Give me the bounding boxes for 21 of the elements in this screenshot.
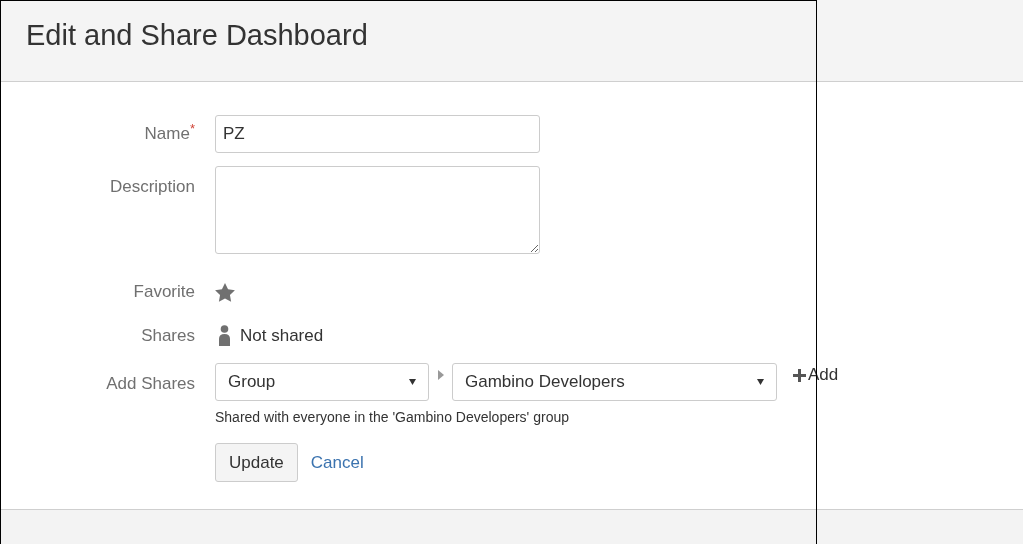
shares-status: Not shared — [240, 325, 324, 348]
description-field[interactable] — [215, 166, 540, 254]
field-label: Shares — [141, 326, 195, 346]
field-label: Favorite — [133, 282, 195, 302]
share-type-dropdown[interactable]: Group — [215, 363, 429, 401]
dialog-title: Edit and Share Dashboard — [26, 21, 368, 50]
field-label: Add Shares — [106, 374, 195, 393]
field-label: Name — [144, 124, 190, 144]
name-field[interactable]: PZ — [215, 115, 540, 153]
field-label: Description — [109, 177, 195, 196]
person-icon — [218, 325, 231, 347]
update-button[interactable]: Update — [215, 443, 298, 482]
group-name-dropdown[interactable]: Gambino Developers — [452, 363, 777, 401]
help-text: Shared with everyone in the 'Gambino Developers' group — [215, 408, 570, 427]
cancel-link[interactable]: Cancel — [310, 449, 364, 476]
star-icon[interactable] — [215, 282, 235, 302]
caret-icon — [757, 379, 764, 385]
required-mark: * — [189, 121, 195, 137]
plus-icon — [793, 368, 806, 382]
caret-icon — [409, 379, 416, 385]
caret-icon — [438, 370, 444, 380]
